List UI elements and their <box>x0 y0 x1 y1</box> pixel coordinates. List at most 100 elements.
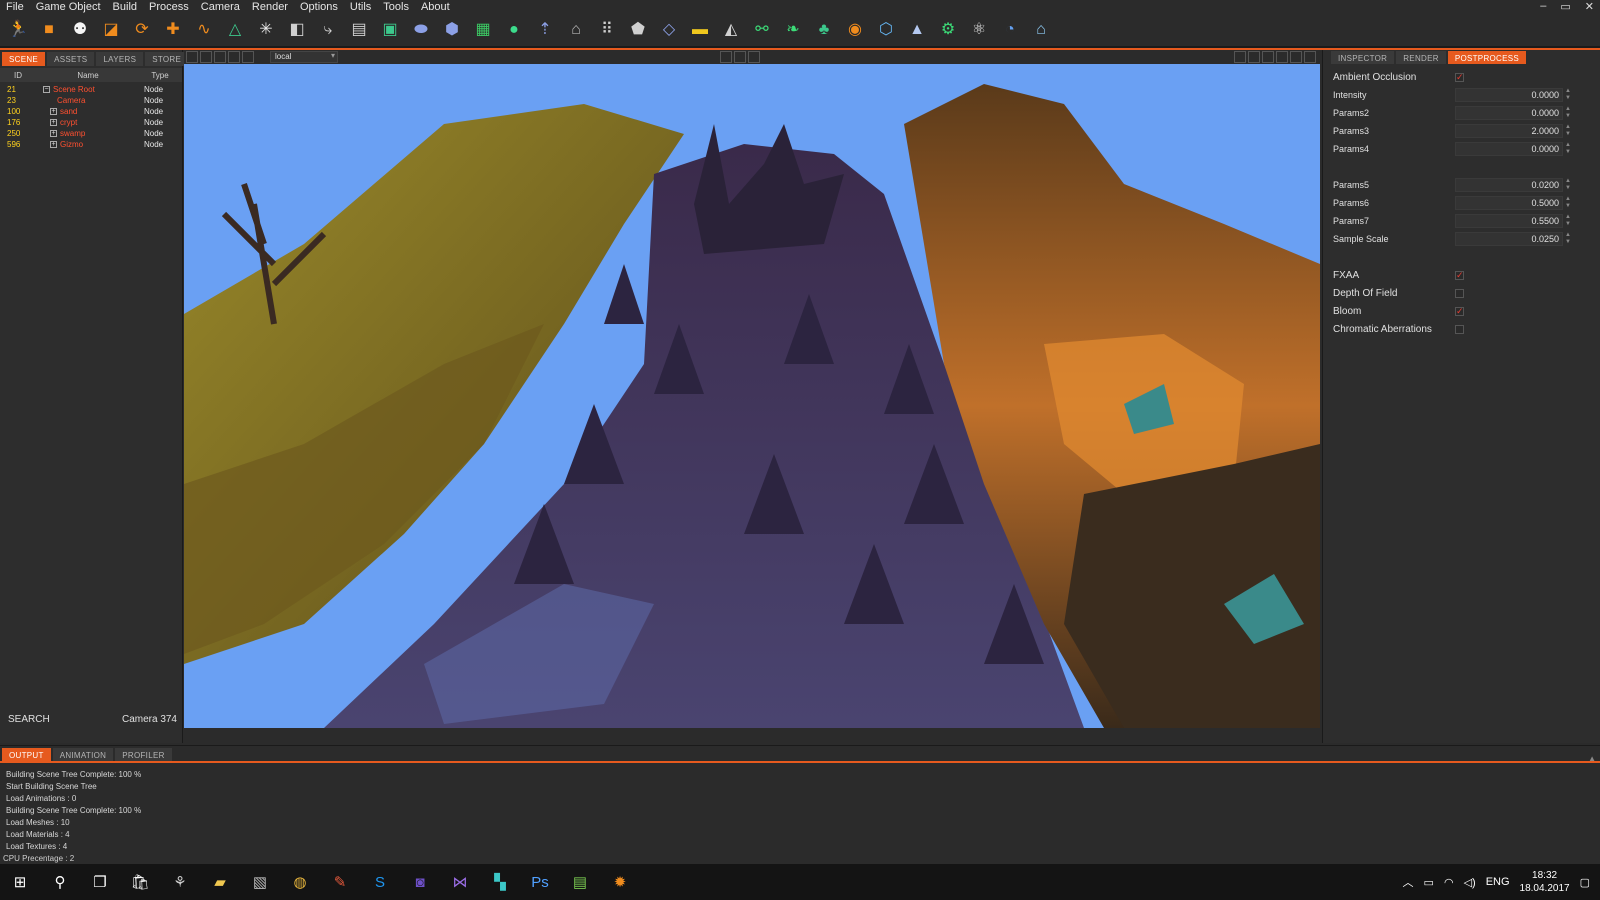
view-toggle-1[interactable] <box>186 51 198 63</box>
spinner-icon[interactable]: ▲ ▼ <box>1563 124 1573 138</box>
output-scrollbar[interactable]: ▲ <box>1588 754 1596 763</box>
notifications-icon[interactable]: ▢ <box>1580 876 1590 889</box>
scene-tree-row[interactable]: 176 + crypt Node <box>0 117 182 128</box>
scale-icon[interactable]: ◪ <box>97 16 125 44</box>
tab-render[interactable]: RENDER <box>1396 51 1446 64</box>
menu-file[interactable]: File <box>0 1 30 13</box>
clock[interactable]: 18:32 18.04.2017 <box>1520 869 1570 895</box>
expand-icon[interactable]: + <box>50 141 57 148</box>
toggle-checkbox[interactable]: ✓ <box>1455 270 1464 280</box>
task-view-icon[interactable]: ❐ <box>80 864 120 900</box>
igs-import-icon[interactable]: ⤷ <box>314 16 342 44</box>
particles-icon[interactable]: ✳ <box>252 16 280 44</box>
mesh-cube-icon[interactable]: ⬢ <box>438 16 466 44</box>
tab-assets[interactable]: ASSETS <box>47 52 95 66</box>
building-icon[interactable]: ⌂ <box>562 16 590 44</box>
space-select[interactable]: local <box>270 51 338 63</box>
scene-tree-row[interactable]: 23 Camera Node <box>0 95 182 106</box>
tool-icon[interactable]: ▧ <box>240 864 280 900</box>
minimize-icon[interactable]: – <box>1540 0 1546 13</box>
game-icon[interactable]: ◙ <box>400 864 440 900</box>
lod-icon[interactable]: ⇡ <box>531 16 559 44</box>
eye-icon[interactable]: ◉ <box>841 16 869 44</box>
notepad-icon[interactable]: ▤ <box>560 864 600 900</box>
igs-terrain-icon[interactable]: ▣ <box>376 16 404 44</box>
param-value-input[interactable]: 2.0000 <box>1455 124 1563 138</box>
battery-icon[interactable]: ▭ <box>1424 876 1434 889</box>
triangle-mesh-icon[interactable]: △ <box>221 16 249 44</box>
capsule-icon[interactable]: ⬬ <box>407 16 435 44</box>
sphere-icon[interactable]: ● <box>500 16 528 44</box>
spinner-icon[interactable]: ▲ ▼ <box>1563 196 1573 210</box>
menu-options[interactable]: Options <box>294 1 344 13</box>
spinner-icon[interactable]: ▲ ▼ <box>1563 232 1573 246</box>
param-value-input[interactable]: 0.0000 <box>1455 106 1563 120</box>
mountain-icon[interactable]: ▲ <box>903 16 931 44</box>
scene-tree-row[interactable]: 21 − Scene Root Node <box>0 84 182 95</box>
menu-process[interactable]: Process <box>143 1 195 13</box>
spinner-icon[interactable]: ▲ ▼ <box>1563 88 1573 102</box>
scene-tree-row[interactable]: 250 + swamp Node <box>0 128 182 139</box>
gizmo-toggle-1[interactable] <box>1234 51 1246 63</box>
viewport-layout-1[interactable] <box>720 51 732 63</box>
engine-icon[interactable]: ✹ <box>600 864 640 900</box>
file-explorer-icon[interactable]: ▰ <box>200 864 240 900</box>
view-toggle-3[interactable] <box>214 51 226 63</box>
gizmo-toggle-6[interactable] <box>1304 51 1316 63</box>
shield-icon[interactable]: ⬟ <box>624 16 652 44</box>
gizmo-toggle-5[interactable] <box>1290 51 1302 63</box>
param-value-input[interactable]: 0.5500 <box>1455 214 1563 228</box>
box-icon[interactable]: ◧ <box>283 16 311 44</box>
house-icon[interactable]: ⌂ <box>1027 16 1055 44</box>
sail-icon[interactable]: ◭ <box>717 16 745 44</box>
param-value-input[interactable]: 0.0250 <box>1455 232 1563 246</box>
path-icon[interactable]: ∿ <box>190 16 218 44</box>
menu-camera[interactable]: Camera <box>195 1 246 13</box>
clock-icon[interactable]: ◔ <box>996 16 1024 44</box>
tab-postprocess[interactable]: POSTPROCESS <box>1447 51 1527 64</box>
column-name[interactable]: Name <box>36 71 140 80</box>
menu-tools[interactable]: Tools <box>377 1 415 13</box>
node-graph-icon[interactable]: ⚉ <box>66 16 94 44</box>
scene-tree-row[interactable]: 100 + sand Node <box>0 106 182 117</box>
ruler-icon[interactable]: ▬ <box>686 16 714 44</box>
editor-icon[interactable]: ✎ <box>320 864 360 900</box>
language-indicator[interactable]: ENG <box>1486 876 1510 888</box>
wifi-icon[interactable]: ◠ <box>1444 876 1454 889</box>
column-id[interactable]: ID <box>0 71 36 80</box>
toggle-checkbox[interactable] <box>1455 324 1464 334</box>
expand-icon[interactable]: + <box>50 119 57 126</box>
column-type[interactable]: Type <box>140 71 180 80</box>
spinner-icon[interactable]: ▲ ▼ <box>1563 214 1573 228</box>
gem-icon[interactable]: ⬡ <box>872 16 900 44</box>
param-value-input[interactable]: 0.0200 <box>1455 178 1563 192</box>
spinner-icon[interactable]: ▲ ▼ <box>1563 106 1573 120</box>
windows-start-icon[interactable]: ⊞ <box>0 864 40 900</box>
gizmo-toggle-3[interactable] <box>1262 51 1274 63</box>
param-value-input[interactable]: 0.5000 <box>1455 196 1563 210</box>
tree-icon[interactable]: ♣ <box>810 16 838 44</box>
igs-file-icon[interactable]: ▤ <box>345 16 373 44</box>
move-icon[interactable]: ✚ <box>159 16 187 44</box>
tab-inspector[interactable]: INSPECTOR <box>1331 51 1395 64</box>
leaf-icon[interactable]: ❧ <box>779 16 807 44</box>
scene-tree-row[interactable]: 596 + Gizmo Node <box>0 139 182 150</box>
view-toggle-4[interactable] <box>228 51 240 63</box>
viewport-layout-2[interactable] <box>734 51 746 63</box>
tab-scene[interactable]: SCENE <box>2 52 46 66</box>
plane-icon[interactable]: ◇ <box>655 16 683 44</box>
expand-icon[interactable]: + <box>50 130 57 137</box>
chrome-icon[interactable]: ◍ <box>280 864 320 900</box>
visual-studio-icon[interactable]: ⋈ <box>440 864 480 900</box>
app-teal-icon[interactable]: ▚ <box>480 864 520 900</box>
expand-icon[interactable]: + <box>50 108 57 115</box>
toggle-checkbox[interactable] <box>1455 288 1464 298</box>
maximize-icon[interactable]: ▭ <box>1560 0 1570 13</box>
menu-build[interactable]: Build <box>107 1 143 13</box>
spinner-icon[interactable]: ▲ ▼ <box>1563 142 1573 156</box>
tab-layers[interactable]: LAYERS <box>96 52 144 66</box>
search-icon[interactable]: ⚲ <box>40 864 80 900</box>
menu-about[interactable]: About <box>415 1 456 13</box>
scene-viewport[interactable] <box>184 64 1320 728</box>
collapse-icon[interactable]: − <box>43 86 50 93</box>
